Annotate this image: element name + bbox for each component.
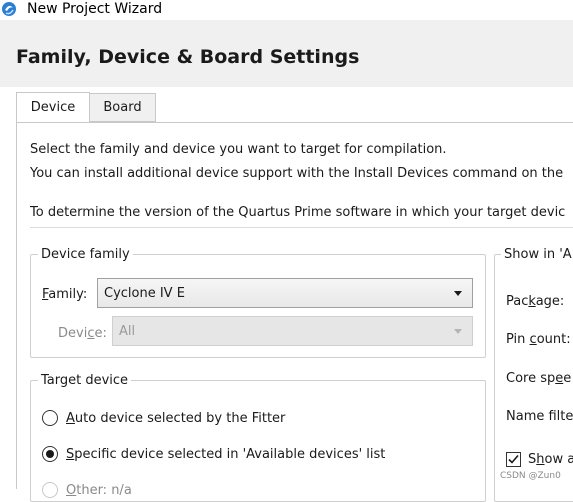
tab-device[interactable]: Device: [16, 92, 90, 122]
tab-board[interactable]: Board: [90, 93, 156, 122]
name-filter-label: Name filte: [506, 409, 573, 424]
pin-count-label: Pin count:: [506, 332, 571, 348]
other-device-radio-label[interactable]: Other: n/a: [66, 483, 132, 499]
show-advanced-checkbox[interactable]: [506, 452, 521, 467]
intro-text-line-2: You can install additional device suppor…: [30, 166, 564, 181]
device-family-group-label: Device family: [38, 247, 133, 263]
device-label-rest: e:: [94, 326, 107, 341]
package-label-rest: age:: [535, 294, 565, 309]
core-speed-label-prefix: Core sp: [506, 371, 556, 386]
family-label: Family:: [42, 287, 87, 303]
show-advanced-label-mnemonic: h: [536, 452, 545, 467]
family-dropdown[interactable]: Cyclone IV E: [97, 278, 473, 308]
pin-count-label-prefix: Pin: [506, 332, 530, 347]
auto-device-mnemonic: A: [66, 411, 75, 426]
device-dropdown-value: All: [119, 324, 136, 339]
auto-device-label-rest: uto device selected by the Fitter: [74, 411, 286, 426]
intro-text-line-3: To determine the version of the Quartus …: [30, 205, 566, 220]
other-device-radio[interactable]: [42, 482, 58, 498]
show-in-list-group-label: Show in 'A: [501, 247, 573, 263]
device-dropdown[interactable]: All: [112, 316, 473, 346]
tab-panel-left-border: [16, 122, 17, 489]
window-titlebar: New Project Wizard: [0, 0, 573, 20]
core-speed-label: Core spee: [506, 371, 571, 387]
other-device-label-rest: ther: n/a: [76, 483, 132, 498]
specific-device-radio[interactable]: [42, 446, 58, 462]
family-label-rest: amily:: [48, 287, 88, 302]
target-device-group-label: Target device: [38, 373, 132, 389]
watermark: CSDN @Zun0: [500, 471, 561, 481]
pin-count-label-rest: ount:: [536, 332, 571, 347]
device-label: Device:: [58, 326, 107, 342]
show-advanced-label-rest: ow a: [544, 452, 573, 467]
auto-device-radio-label[interactable]: Auto device selected by the Fitter: [66, 411, 285, 427]
other-device-mnemonic: O: [66, 483, 77, 498]
tab-panel-top-border: [16, 122, 573, 123]
specific-device-label-rest: pecific device selected in 'Available de…: [74, 447, 386, 462]
auto-device-radio[interactable]: [42, 410, 58, 426]
page-title: Family, Device & Board Settings: [16, 46, 360, 68]
family-dropdown-value: Cyclone IV E: [104, 286, 185, 301]
divider: [30, 227, 573, 228]
specific-device-radio-label[interactable]: Specific device selected in 'Available d…: [66, 447, 385, 463]
package-label-prefix: Pac: [506, 294, 529, 309]
radio-selected-dot: [46, 450, 54, 458]
core-speed-label-rest: e: [563, 371, 572, 386]
checkmark-icon: [508, 454, 519, 464]
package-label: Package:: [506, 294, 564, 310]
package-label-mnemonic: k: [528, 294, 536, 309]
window-title: New Project Wizard: [27, 1, 163, 17]
device-label-prefix: Devi: [58, 326, 88, 341]
chevron-down-icon: [454, 291, 462, 296]
show-advanced-checkbox-label[interactable]: Show a: [528, 452, 573, 468]
intro-text-line-1: Select the family and device you want to…: [30, 142, 447, 157]
pin-count-label-mnemonic: c: [529, 332, 537, 347]
chevron-down-icon: [454, 329, 462, 334]
quartus-app-icon: [1, 1, 17, 17]
